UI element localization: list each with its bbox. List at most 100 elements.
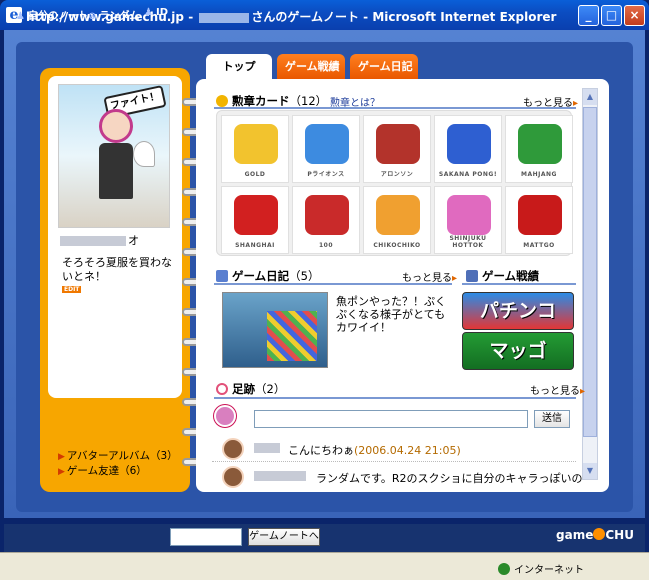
arrow-right-icon: ▶ [58, 452, 65, 462]
tab-game-record[interactable]: ゲーム戦績 [277, 54, 345, 79]
badge-caption: SAKANA PONG! [438, 171, 498, 178]
gamechu-logo[interactable]: game CHU [556, 528, 634, 542]
divider [214, 107, 576, 109]
badge-card[interactable]: SAKANA PONG! [434, 115, 502, 183]
footprints-section-title: 足跡（2） [216, 381, 285, 397]
window-title-suffix: さんのゲームノート - Microsoft Internet Explorer [251, 10, 557, 24]
game-record-title: ゲーム戦績 [482, 269, 540, 283]
badge-card-grid: GOLD Pライオンス アロンソン SAKANA PONG! MAHJANG S… [216, 110, 573, 256]
zone-label: インターネット [514, 565, 584, 576]
comment-input[interactable] [254, 410, 528, 428]
random-icon: ⊛ [88, 11, 97, 22]
random-label: ランダム [99, 11, 140, 22]
globe-icon [498, 563, 510, 575]
diary-title: ゲーム日記 [232, 269, 290, 283]
username-suffix: オ [128, 234, 139, 247]
close-button[interactable]: × [624, 5, 645, 26]
footprint-row: ランダムです。R2のスクショに自分のキャラっぽいの [212, 466, 583, 490]
avatar-wing [133, 141, 155, 167]
edit-status-button[interactable]: EDIT [62, 286, 82, 293]
badge-card[interactable]: SHINJUKU HOTTOK [434, 186, 502, 254]
redacted-username [254, 471, 306, 481]
badge-card[interactable]: MAHJANG [505, 115, 573, 183]
visitor-avatar[interactable] [222, 466, 244, 488]
footprint-message: こんにちわぁ(2006.04.24 21:05) [288, 442, 461, 458]
divider [214, 397, 576, 399]
footprint-text: ランダムです。R2のスクショに自分のキャラっぽいの [316, 472, 583, 485]
tab-game-diary[interactable]: ゲーム日記 [350, 54, 418, 79]
person-icon: ♟ [16, 11, 25, 22]
scroll-thumb[interactable] [583, 107, 597, 437]
badge-card[interactable]: MATTGO [505, 186, 573, 254]
maximize-button[interactable]: □ [601, 5, 622, 26]
avatar-body [99, 143, 133, 199]
scroll-up-icon[interactable]: ▲ [583, 89, 597, 105]
badge-caption: MATTGO [523, 242, 555, 249]
diary-count: （5） [289, 269, 320, 283]
bottom-navbar [4, 524, 645, 552]
person-icon: ♟ [144, 7, 153, 18]
game-record-section-title: ゲーム戦績 [466, 268, 539, 284]
badge-art [305, 195, 349, 235]
badge-art [234, 124, 278, 164]
game-friends-link[interactable]: ▶ ゲーム友達（6） [58, 463, 147, 478]
medal-icon [216, 95, 228, 107]
badge-card[interactable]: GOLD [221, 115, 289, 183]
random-link[interactable]: ⊛ ランダム [88, 7, 139, 22]
diary-entry-text[interactable]: 魚ポンやった？！ぷくぷくなる様子がとてもカワイイ！ [336, 295, 454, 334]
footprint-time: (2006.04.24 21:05) [354, 444, 461, 457]
redacted-username [254, 443, 280, 453]
badge-caption: アロンソン [380, 171, 414, 178]
go-to-gamenote-button[interactable]: ゲームノートへ [248, 528, 320, 546]
security-zone: インターネット [498, 561, 584, 576]
logo-left: game [556, 528, 594, 542]
badge-card[interactable]: Pライオンス [292, 115, 360, 183]
minimize-button[interactable]: _ [578, 5, 599, 26]
footprint-message: ランダムです。R2のスクショに自分のキャラっぽいの [316, 470, 583, 486]
send-button[interactable]: 送信 [534, 410, 570, 428]
footprints-more-link[interactable]: もっと見る▸ [530, 382, 585, 397]
diary-more-link[interactable]: もっと見る▸ [402, 269, 457, 284]
badge-art [305, 124, 349, 164]
status-bar: インターネット [0, 552, 649, 580]
badge-art [376, 124, 420, 164]
puzzle-board [267, 311, 317, 361]
logo-right: CHU [605, 528, 634, 542]
badge-art [518, 195, 562, 235]
redacted-username [199, 12, 250, 23]
avatar-album-link[interactable]: ▶ アバターアルバム（3） [58, 448, 178, 463]
diary-screenshot[interactable] [222, 292, 328, 368]
badge-art [376, 195, 420, 235]
badge-card[interactable]: アロンソン [363, 115, 431, 183]
badge-title: 勲章カード [232, 94, 290, 108]
profile-status: そろそろ夏服を買わないとネ！ [62, 256, 172, 283]
badge-card[interactable]: CHIKOCHIKO [363, 186, 431, 254]
profile-username: オ [60, 232, 139, 248]
footprints-more-label: もっと見る [530, 386, 580, 397]
arrow-right-icon: ▶ [58, 467, 65, 477]
footprint-text: こんにちわぁ [288, 444, 354, 457]
badge-card[interactable]: 100 [292, 186, 360, 254]
scroll-down-icon[interactable]: ▼ [583, 463, 597, 479]
arrow-right-icon: ▸ [580, 386, 586, 397]
scrollbar[interactable]: ▲ ▼ [582, 88, 598, 480]
visitor-avatar[interactable] [222, 438, 244, 460]
badge-card[interactable]: SHANGHAI [221, 186, 289, 254]
pachinko-banner[interactable]: パチンコ [462, 292, 574, 330]
redacted-username [60, 236, 126, 246]
heart-icon [216, 383, 228, 395]
my-note-link[interactable]: ♟ 自分のノート [16, 7, 88, 22]
arrow-right-icon: ▸ [452, 273, 458, 284]
badge-art [234, 195, 278, 235]
maggo-banner[interactable]: マッゴ [462, 332, 574, 370]
badge-caption: SHINJUKU HOTTOK [449, 235, 487, 249]
tab-top[interactable]: トップ [206, 54, 272, 81]
divider [462, 283, 576, 285]
badge-caption: 100 [318, 242, 334, 249]
id-label: ♟ ID [144, 7, 168, 18]
divider [214, 283, 452, 285]
avatar[interactable]: ファイト！ [58, 84, 170, 228]
badge-caption: SHANGHAI [235, 242, 275, 249]
badge-caption: GOLD [244, 171, 266, 178]
id-input[interactable] [170, 528, 242, 546]
